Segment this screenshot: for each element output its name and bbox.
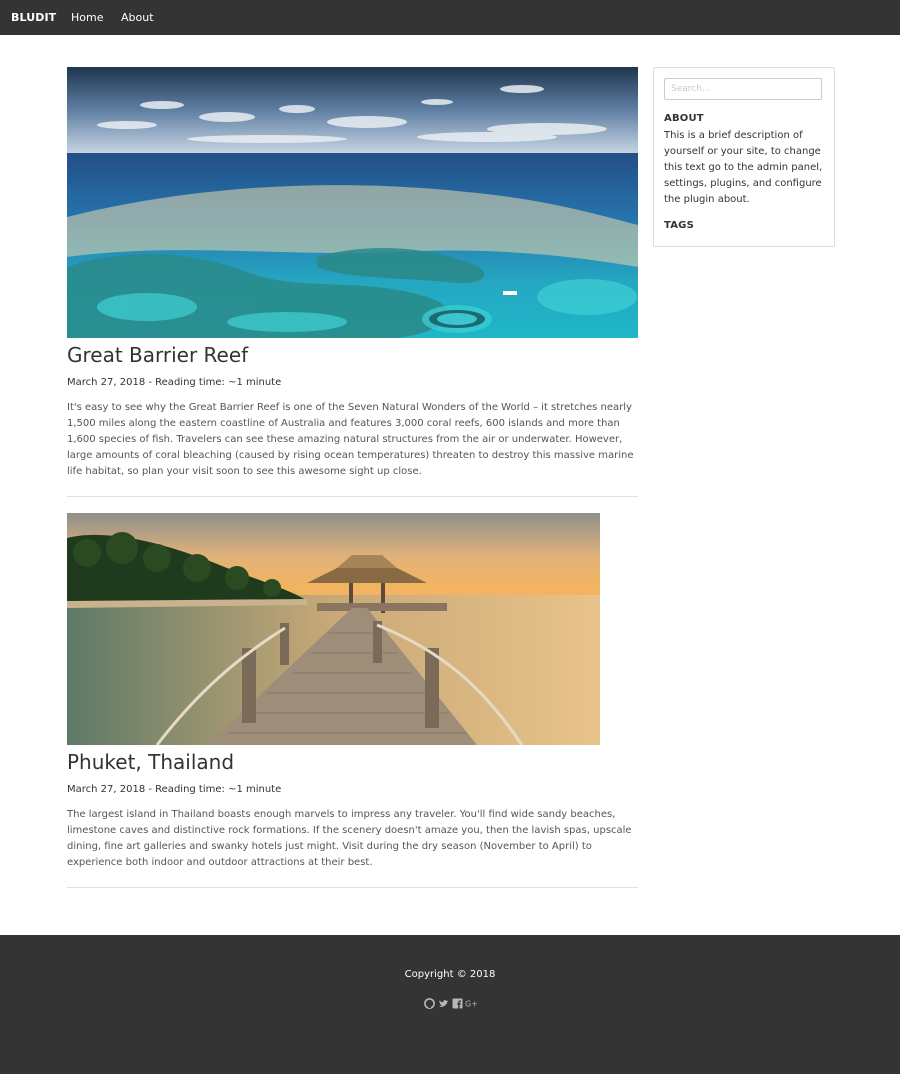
post-excerpt: The largest island in Thailand boasts en… <box>67 809 632 868</box>
github-icon[interactable] <box>424 994 435 1009</box>
reef-photo <box>67 67 638 338</box>
nav-link-about[interactable]: About <box>121 11 154 24</box>
post-divider <box>67 496 638 497</box>
about-heading: ABOUT <box>664 113 704 124</box>
search-input[interactable] <box>664 78 822 100</box>
footer: Copyright © 2018 G+ <box>0 935 900 1074</box>
about-text: This is a brief description of yourself … <box>664 130 823 205</box>
nav-link-home[interactable]: Home <box>71 11 103 24</box>
post-title[interactable]: Phuket, Thailand <box>67 750 234 774</box>
site-brand-link[interactable]: BLUDIT <box>11 11 56 24</box>
post-great-barrier-reef: Great Barrier Reef March 27, 2018 - Read… <box>67 67 638 497</box>
post-phuket-thailand: Phuket, Thailand March 27, 2018 - Readin… <box>67 513 638 888</box>
tags-heading: TAGS <box>664 220 694 231</box>
sidebar: ABOUT This is a brief description of you… <box>653 67 835 247</box>
post-cover-image[interactable] <box>67 67 638 338</box>
google-plus-icon[interactable]: G+ <box>465 994 478 1009</box>
post-divider <box>67 887 638 888</box>
twitter-icon[interactable] <box>438 994 449 1007</box>
post-title[interactable]: Great Barrier Reef <box>67 343 248 367</box>
social-links: G+ <box>424 994 478 1009</box>
copyright-text: Copyright © 2018 <box>404 969 496 980</box>
post-cover-image[interactable] <box>67 513 600 745</box>
pier-photo <box>67 513 600 745</box>
svg-text:G+: G+ <box>465 1000 477 1009</box>
facebook-icon[interactable] <box>452 994 463 1009</box>
post-excerpt: It's easy to see why the Great Barrier R… <box>67 402 634 477</box>
post-meta: March 27, 2018 - Reading time: ~1 minute <box>67 377 282 388</box>
post-meta: March 27, 2018 - Reading time: ~1 minute <box>67 784 282 795</box>
top-navbar: BLUDIT Home About <box>0 0 900 35</box>
